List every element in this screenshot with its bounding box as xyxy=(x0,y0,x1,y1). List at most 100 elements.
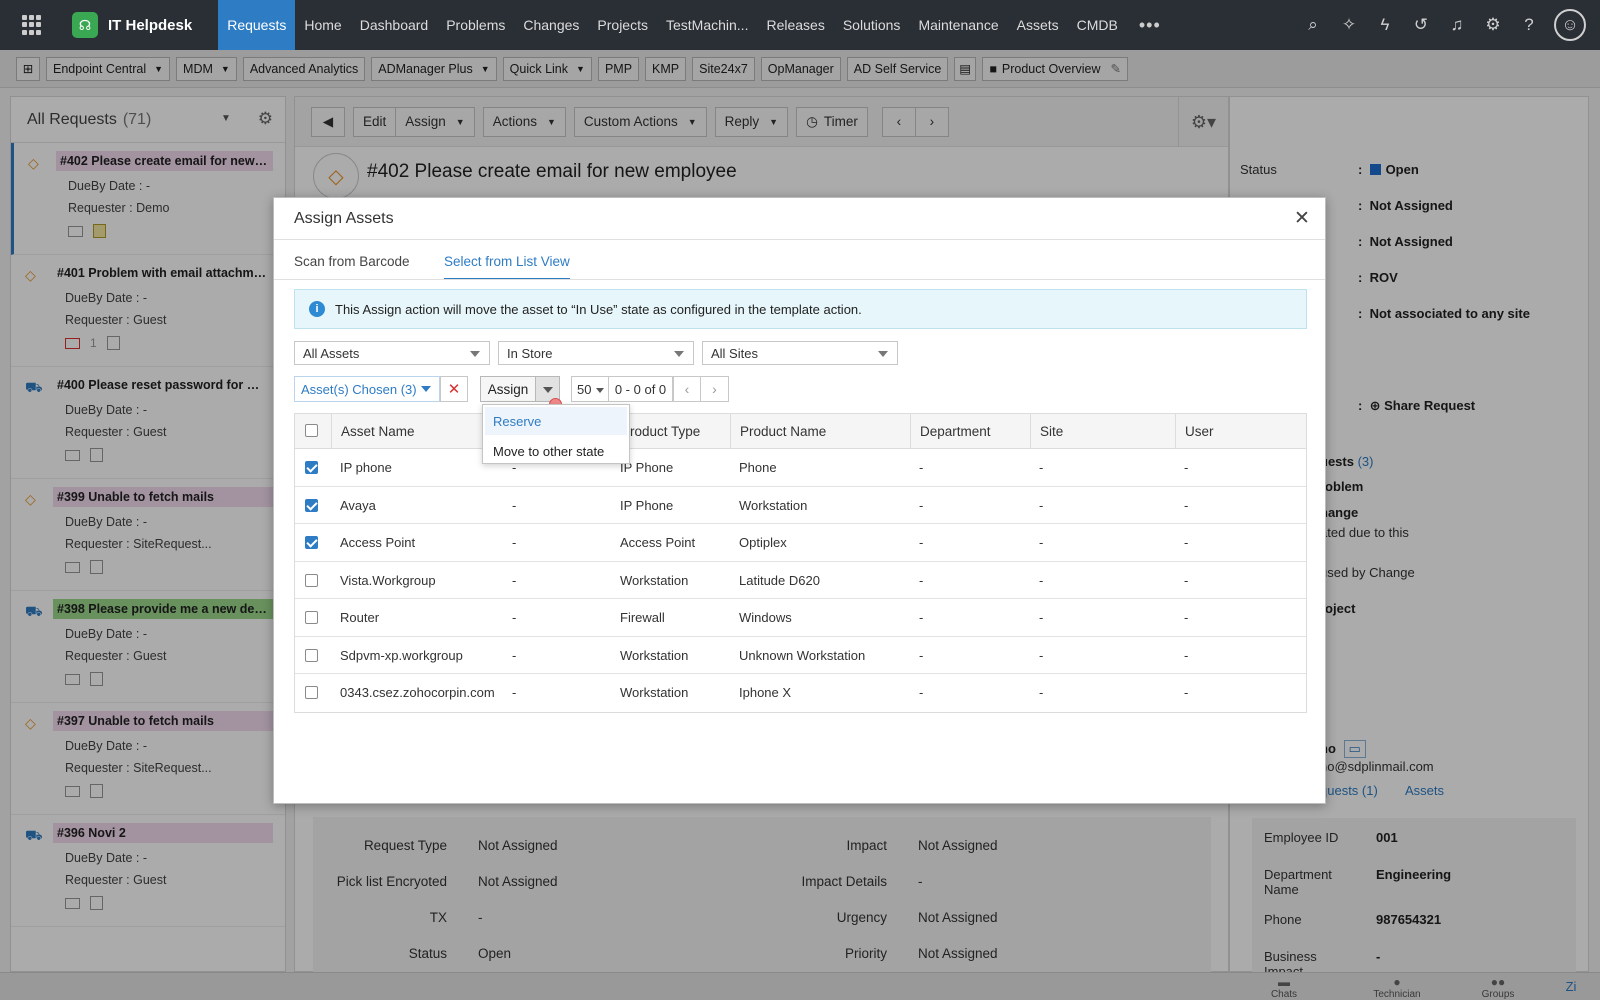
row-checkbox[interactable] xyxy=(305,498,318,512)
assign-action-button[interactable]: Assign xyxy=(480,376,536,402)
table-row[interactable]: IP phone - IP Phone Phone - - - xyxy=(295,449,1306,487)
cell-pname: Unknown Workstation xyxy=(739,647,866,663)
nav-solutions[interactable]: Solutions xyxy=(834,0,910,50)
cell-col2: - xyxy=(512,647,517,663)
cell-user: - xyxy=(1184,460,1189,475)
site-select[interactable]: All Sites xyxy=(702,341,898,365)
pagination-range: 0 - 0 of 0 xyxy=(609,376,673,402)
tab-select-from-list-view[interactable]: Select from List View xyxy=(444,254,570,280)
cell-name: IP phone xyxy=(340,460,392,475)
table-row[interactable]: Router - Firewall Windows - - - xyxy=(295,599,1306,637)
row-checkbox[interactable] xyxy=(305,461,318,474)
help-icon[interactable]: ? xyxy=(1518,14,1540,36)
cell-site: - xyxy=(1039,535,1044,550)
cell-name: Avaya xyxy=(340,497,376,513)
cell-name: Access Point xyxy=(340,535,416,550)
cell-dept: - xyxy=(919,535,924,550)
cell-user: - xyxy=(1184,647,1189,663)
cell-col2: - xyxy=(512,535,517,550)
column-header[interactable]: Site xyxy=(1030,414,1175,448)
cell-col2: - xyxy=(512,497,517,513)
row-checkbox[interactable] xyxy=(305,611,318,624)
cell-col2: - xyxy=(512,610,517,625)
nav-dashboard[interactable]: Dashboard xyxy=(351,0,438,50)
chevron-down-icon xyxy=(878,351,888,357)
row-checkbox[interactable] xyxy=(305,686,318,699)
cell-pname: Workstation xyxy=(739,497,808,513)
nav-problems[interactable]: Problems xyxy=(437,0,514,50)
nav-cmdb[interactable]: CMDB xyxy=(1068,0,1127,50)
cell-name: 0343.csez.zohocorpin.com xyxy=(340,685,495,700)
previous-page-icon[interactable]: ‹ xyxy=(673,376,701,402)
chevron-down-icon xyxy=(596,388,604,393)
nav-projects[interactable]: Projects xyxy=(588,0,657,50)
nav-releases[interactable]: Releases xyxy=(757,0,833,50)
cell-pname: Latitude D620 xyxy=(739,572,820,588)
cell-ptype: Access Point xyxy=(620,535,696,550)
tab-scan-from-barcode[interactable]: Scan from Barcode xyxy=(294,254,410,280)
info-icon: i xyxy=(309,301,325,317)
cell-ptype: IP Phone xyxy=(620,497,674,513)
nav-assets[interactable]: Assets xyxy=(1008,0,1068,50)
dialog-title: Assign Assets xyxy=(294,210,394,227)
user-avatar-icon[interactable]: ☺ xyxy=(1554,9,1586,41)
asset-type-select[interactable]: All Assets xyxy=(294,341,490,365)
close-icon[interactable]: ✕ xyxy=(1291,208,1313,230)
cell-site: - xyxy=(1039,685,1044,700)
row-checkbox[interactable] xyxy=(305,536,318,549)
table-row[interactable]: Avaya - IP Phone Workstation - - - xyxy=(295,486,1306,524)
clear-selection-icon[interactable]: ✕ xyxy=(440,376,468,402)
cell-site: - xyxy=(1039,460,1044,475)
column-header[interactable]: User xyxy=(1175,414,1307,448)
asset-state-select[interactable]: In Store xyxy=(498,341,694,365)
cell-user: - xyxy=(1184,535,1189,550)
nav-home[interactable]: Home xyxy=(295,0,350,50)
info-banner: i This Assign action will move the asset… xyxy=(294,289,1307,329)
search-icon[interactable]: ⌕ xyxy=(1302,14,1324,36)
assign-assets-dialog: Assign Assets ✕ Scan from Barcode Select… xyxy=(273,197,1326,804)
chevron-down-icon xyxy=(543,387,553,393)
chevron-down-icon xyxy=(470,351,480,357)
history-icon[interactable]: ↺ xyxy=(1410,14,1432,36)
nav-requests[interactable]: Requests xyxy=(218,0,296,50)
select-all-checkbox[interactable] xyxy=(305,424,318,437)
cell-pname: Phone xyxy=(739,460,777,475)
column-header[interactable]: Product Name xyxy=(730,414,910,448)
gear-icon[interactable]: ⚙ xyxy=(1482,14,1504,36)
cell-site: - xyxy=(1039,497,1044,513)
column-header[interactable]: Asset Name xyxy=(331,414,503,448)
row-checkbox[interactable] xyxy=(305,573,318,587)
next-page-icon[interactable]: › xyxy=(701,376,729,402)
assets-chosen-dropdown[interactable]: Asset(s) Chosen (3) xyxy=(294,376,440,402)
table-row[interactable]: Sdpvm-xp.workgroup - Workstation Unknown Wo… xyxy=(295,636,1306,674)
cell-user: - xyxy=(1184,685,1189,700)
table-row[interactable]: Vista.Workgroup - Workstation Latitude D620… xyxy=(295,561,1306,599)
cell-site: - xyxy=(1039,647,1044,663)
menu-item-reserve[interactable]: Reserve xyxy=(485,407,627,435)
table-row[interactable]: Access Point - Access Point Optiplex - - - xyxy=(295,524,1306,562)
cell-dept: - xyxy=(919,497,924,513)
menu-item-move-to-other-state[interactable]: Move to other state xyxy=(485,437,627,465)
cell-dept: - xyxy=(919,610,924,625)
row-checkbox[interactable] xyxy=(305,648,318,662)
lightning-icon[interactable]: ϟ xyxy=(1374,14,1396,36)
nav-testmachine[interactable]: TestMachin... xyxy=(657,0,757,50)
assets-table: Asset Name Product Type Product Name Dep… xyxy=(294,413,1307,713)
cell-dept: - xyxy=(919,685,924,700)
cell-site: - xyxy=(1039,572,1044,588)
nav-maintenance[interactable]: Maintenance xyxy=(909,0,1007,50)
column-header[interactable]: Department xyxy=(910,414,1030,448)
cell-name: Vista.Workgroup xyxy=(340,572,436,588)
bell-icon[interactable]: ♫ xyxy=(1446,14,1468,36)
cell-ptype: Firewall xyxy=(620,610,665,625)
table-row[interactable]: 0343.csez.zohocorpin.com - Workstation Ipho… xyxy=(295,674,1306,712)
nav-changes[interactable]: Changes xyxy=(514,0,588,50)
nav-more-icon[interactable]: ••• xyxy=(1127,0,1173,50)
cell-ptype: Workstation xyxy=(620,685,689,700)
cell-pname: Iphone X xyxy=(739,685,792,700)
page-size-select[interactable]: 50 xyxy=(571,376,609,402)
magic-icon[interactable]: ✧ xyxy=(1338,14,1360,36)
helpdesk-logo-icon: ☊ xyxy=(72,12,98,38)
app-grid-icon[interactable] xyxy=(22,15,42,35)
cell-dept: - xyxy=(919,460,924,475)
